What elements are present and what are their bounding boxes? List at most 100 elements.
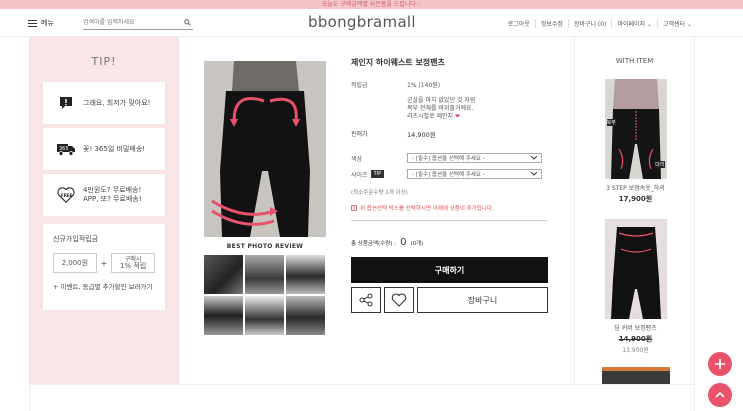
cart-link[interactable]: 장바구니 (0)	[567, 19, 612, 28]
description-row: 군살을 마치 없었던 것 처럼 복부 전체를 바위줄거에요. 리츠시절로 제인지…	[351, 97, 548, 121]
tip-text-lowest-price: 그래요, 최저가 맞아요!	[83, 99, 151, 107]
signup-amount: 2,000원	[53, 253, 97, 273]
total-label: 총 상품금액(수량) :	[351, 241, 397, 247]
customer-center-link[interactable]: 고객센터 ⌄	[656, 19, 697, 28]
product-name: 제인지 하이웨스트 보정팬츠	[351, 58, 445, 67]
add-to-cart-button[interactable]: 장바구니	[417, 287, 548, 313]
edit-info-link[interactable]: 정보수정	[534, 19, 568, 28]
signup-reward-card: 신규가입적립금 2,000원 + 구매시 1% 적립 + 이벤트, 등급별 추가…	[43, 224, 165, 310]
product-description: 군살을 마치 없었던 것 처럼 복부 전체를 바위줄거에요. 리츠시절로 제인지…	[407, 97, 475, 121]
price-value: 14,900원	[407, 131, 436, 139]
item-tag-legs: 다리	[655, 161, 665, 168]
search-box	[83, 16, 193, 30]
size-select[interactable]: - [필수] 옵션을 선택해 주세요 -	[407, 169, 542, 179]
tip-card-secret-delivery[interactable]: 365 꽃! 365일 비밀배송!	[43, 128, 165, 170]
info-icon	[351, 205, 357, 211]
chat-alert-icon	[57, 94, 75, 112]
free-badge-text: FREE	[61, 193, 73, 198]
item-tag-belly: 복부	[606, 119, 616, 126]
utility-links: 로그아웃 정보수정 장바구니 (0) 마이페이지 ⌄ 고객센터 ⌄	[503, 19, 697, 28]
with-item-price: 17,900원	[618, 195, 653, 203]
with-item-photo	[604, 219, 667, 319]
buy-now-button[interactable]: 구매하기	[351, 257, 548, 283]
plus-sign: +	[100, 258, 108, 268]
with-item-name[interactable]: 3 STEP 보정속옷_하의	[575, 183, 696, 192]
product-gallery: BEST PHOTO REVIEW	[204, 61, 326, 335]
site-logo[interactable]: bbongbramall	[308, 13, 416, 31]
desc-line-1: 군살을 마치 없었던 것 처럼	[407, 97, 476, 104]
with-item-name[interactable]: 딤 커버 보정팬츠	[575, 323, 696, 332]
price-label: 판매가	[351, 131, 368, 138]
points-value: 1% (140원)	[407, 82, 441, 89]
site-header: 메뉴 bbongbramall 로그아웃 정보수정 장바구니 (0) 마이페이지…	[0, 9, 743, 37]
color-row: 색상 - [필수] 옵션을 선택해 주세요 -	[351, 153, 548, 163]
signup-title: 신규가입적립금	[53, 235, 99, 243]
event-discount-link[interactable]: + 이벤트, 등급별 추가할인 보러가기	[53, 281, 155, 291]
with-item-title: WITH ITEM	[615, 57, 654, 65]
review-thumb[interactable]	[204, 255, 243, 294]
with-item-image[interactable]	[602, 367, 670, 384]
search-icon[interactable]	[184, 19, 191, 26]
product-photo	[204, 61, 326, 237]
total-amount: 총 상품금액(수량) : 0 (0개)	[351, 237, 548, 248]
delivery-truck-icon: 365	[57, 140, 75, 158]
points-row: 적립금 1% (140원)	[351, 80, 548, 89]
free-shipping-line-2: APP, 또? 무료배송!	[83, 195, 142, 203]
promo-banner[interactable]: 오늘도 구매금액별 사은품을 드립니다♡	[0, 0, 743, 9]
scroll-top-button[interactable]	[708, 383, 732, 407]
with-item-card[interactable]: 딤 커버 보정팬츠 14,900원 13,900원	[575, 219, 696, 354]
size-tip-badge[interactable]: TIP	[370, 170, 385, 178]
review-thumb[interactable]	[245, 296, 284, 335]
color-label: 색상	[351, 155, 363, 163]
heart-icon: ❤	[455, 113, 461, 120]
chevron-down-icon	[531, 172, 537, 176]
review-thumb[interactable]	[204, 296, 243, 335]
desc-line-2: 복부 전체를 바위줄거에요.	[407, 105, 474, 112]
with-item-card[interactable]: 복부 다리 3 STEP 보정속옷_하의 17,900원	[575, 79, 696, 204]
size-label: 사이즈	[351, 171, 368, 179]
tip-text-secret-delivery: 꽃! 365일 비밀배송!	[83, 145, 146, 153]
with-item-panel: WITH ITEM 복부 다리 3 STEP 보정속옷_하의 17,900원 딤…	[574, 37, 695, 384]
free-heart-icon: FREE	[57, 186, 75, 204]
reward-line-2: 1% 적립	[120, 262, 147, 270]
total-count: (0개)	[410, 241, 424, 247]
review-thumbnails	[204, 255, 326, 335]
tip-card-free-shipping[interactable]: FREE 4만원도? 무료배송! APP, 또? 무료배송!	[43, 174, 165, 216]
search-input[interactable]	[83, 16, 178, 29]
option-notice-text: 위 옵션선택 박스를 선택하시면 아래에 상품이 추가됩니다.	[360, 206, 494, 212]
promo-text: 오늘도 구매금액별 사은품을 드립니다♡	[321, 1, 422, 8]
with-item-image[interactable]: 복부 다리	[604, 79, 667, 179]
review-thumb[interactable]	[286, 255, 325, 294]
share-icon	[359, 293, 373, 307]
review-thumb[interactable]	[245, 255, 284, 294]
points-label: 적립금	[351, 82, 368, 89]
with-item-image-band	[602, 367, 670, 371]
share-button[interactable]	[351, 287, 381, 313]
signup-reward-row: 2,000원 + 구매시 1% 적립	[53, 253, 155, 273]
product-main-image[interactable]	[204, 61, 326, 237]
hamburger-icon	[28, 19, 37, 27]
heart-outline-icon	[391, 293, 407, 307]
page-bottom	[29, 384, 695, 411]
tip-card-lowest-price[interactable]: 그래요, 최저가 맞아요!	[43, 82, 165, 124]
product-info: 제인지 하이웨스트 보정팬츠 적립금 1% (140원) 군살을 마치 없었던 …	[351, 57, 548, 313]
size-row: 사이즈 TIP - [필수] 옵션을 선택해 주세요 -	[351, 169, 548, 179]
menu-button[interactable]: 메뉴	[28, 18, 54, 28]
review-thumb[interactable]	[286, 296, 325, 335]
wishlist-button[interactable]	[384, 287, 414, 313]
option-notice: 위 옵션선택 박스를 선택하시면 아래에 상품이 추가됩니다.	[351, 204, 548, 221]
with-item-image[interactable]	[604, 219, 667, 319]
purchase-reward: 구매시 1% 적립	[111, 253, 155, 273]
desc-line-3: 리츠시절로 제인지 ❤	[407, 113, 461, 120]
min-quantity-text: (최소주문수량 1개 이상)	[351, 190, 408, 196]
price-row: 판매가 14,900원	[351, 129, 548, 139]
chevron-down-icon	[531, 156, 537, 160]
plus-icon	[715, 359, 725, 369]
color-select[interactable]: - [필수] 옵션을 선택해 주세요 -	[407, 153, 542, 163]
with-item-sale-price: 13,900원	[622, 347, 649, 354]
mypage-link[interactable]: 마이페이지 ⌄	[611, 19, 657, 28]
logout-link[interactable]: 로그아웃	[503, 19, 535, 28]
chevron-up-icon	[715, 391, 725, 398]
add-fab-button[interactable]	[708, 352, 732, 376]
tip-panel: TIP! 그래요, 최저가 맞아요! 365 꽃! 365일 비밀배송! FRE…	[29, 37, 179, 384]
